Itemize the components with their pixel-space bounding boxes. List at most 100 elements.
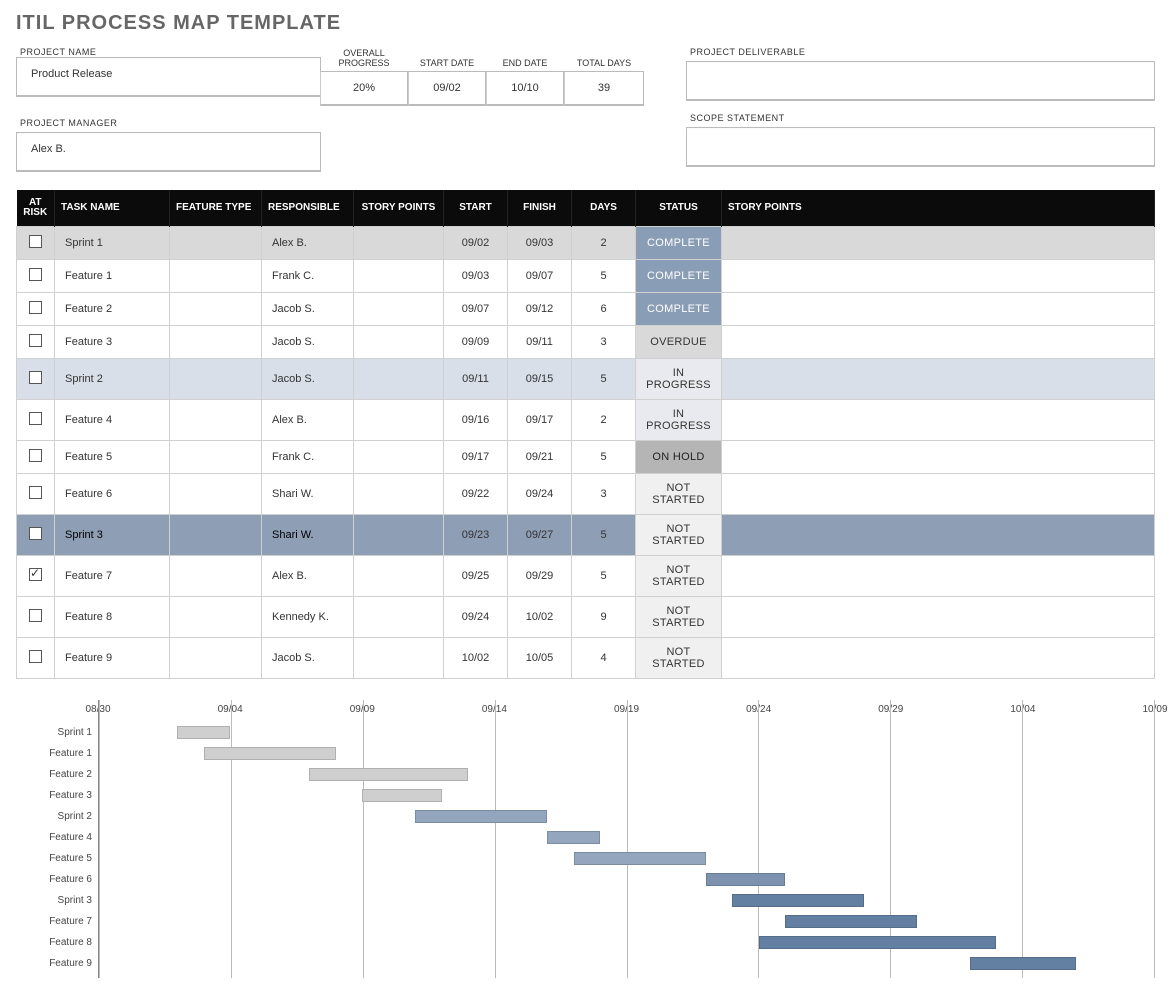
start-cell[interactable]: 09/25 [444, 555, 508, 596]
story-points-cell[interactable] [354, 226, 444, 259]
status-cell[interactable]: OVERDUE [636, 325, 722, 358]
days-cell[interactable]: 5 [572, 358, 636, 399]
days-cell[interactable]: 5 [572, 440, 636, 473]
responsible-cell[interactable]: Shari W. [262, 514, 354, 555]
at-risk-cell[interactable] [17, 226, 55, 259]
start-cell[interactable]: 09/16 [444, 399, 508, 440]
story-points-cell[interactable] [354, 514, 444, 555]
days-cell[interactable]: 3 [572, 325, 636, 358]
finish-cell[interactable]: 09/07 [508, 259, 572, 292]
task-name-cell[interactable]: Feature 6 [55, 473, 170, 514]
story-points-2-cell[interactable] [722, 226, 1155, 259]
story-points-cell[interactable] [354, 325, 444, 358]
days-cell[interactable]: 5 [572, 514, 636, 555]
responsible-cell[interactable]: Jacob S. [262, 637, 354, 678]
feature-type-cell[interactable] [170, 325, 262, 358]
task-name-cell[interactable]: Feature 7 [55, 555, 170, 596]
at-risk-cell[interactable] [17, 473, 55, 514]
checkbox-icon[interactable] [29, 412, 42, 425]
at-risk-cell[interactable] [17, 440, 55, 473]
checkbox-icon[interactable] [29, 650, 42, 663]
checkbox-icon[interactable] [29, 568, 42, 581]
story-points-2-cell[interactable] [722, 399, 1155, 440]
finish-cell[interactable]: 09/21 [508, 440, 572, 473]
responsible-cell[interactable]: Alex B. [262, 399, 354, 440]
finish-cell[interactable]: 09/29 [508, 555, 572, 596]
start-cell[interactable]: 10/02 [444, 637, 508, 678]
feature-type-cell[interactable] [170, 292, 262, 325]
checkbox-icon[interactable] [29, 527, 42, 540]
story-points-cell[interactable] [354, 292, 444, 325]
story-points-cell[interactable] [354, 399, 444, 440]
checkbox-icon[interactable] [29, 235, 42, 248]
end-date-value[interactable]: 10/10 [486, 71, 564, 106]
story-points-2-cell[interactable] [722, 637, 1155, 678]
responsible-cell[interactable]: Frank C. [262, 259, 354, 292]
start-cell[interactable]: 09/09 [444, 325, 508, 358]
status-cell[interactable]: NOT STARTED [636, 637, 722, 678]
story-points-2-cell[interactable] [722, 259, 1155, 292]
story-points-cell[interactable] [354, 358, 444, 399]
responsible-cell[interactable]: Alex B. [262, 555, 354, 596]
start-cell[interactable]: 09/24 [444, 596, 508, 637]
feature-type-cell[interactable] [170, 596, 262, 637]
days-cell[interactable]: 6 [572, 292, 636, 325]
task-name-cell[interactable]: Feature 5 [55, 440, 170, 473]
start-cell[interactable]: 09/22 [444, 473, 508, 514]
days-cell[interactable]: 2 [572, 399, 636, 440]
total-days-value[interactable]: 39 [564, 71, 644, 106]
scope-statement-field[interactable] [686, 127, 1155, 167]
story-points-cell[interactable] [354, 473, 444, 514]
at-risk-cell[interactable] [17, 637, 55, 678]
responsible-cell[interactable]: Jacob S. [262, 358, 354, 399]
feature-type-cell[interactable] [170, 226, 262, 259]
status-cell[interactable]: ON HOLD [636, 440, 722, 473]
start-cell[interactable]: 09/17 [444, 440, 508, 473]
responsible-cell[interactable]: Frank C. [262, 440, 354, 473]
at-risk-cell[interactable] [17, 514, 55, 555]
story-points-2-cell[interactable] [722, 555, 1155, 596]
story-points-2-cell[interactable] [722, 596, 1155, 637]
start-cell[interactable]: 09/07 [444, 292, 508, 325]
overall-progress-value[interactable]: 20% [320, 71, 408, 106]
story-points-cell[interactable] [354, 637, 444, 678]
story-points-cell[interactable] [354, 440, 444, 473]
responsible-cell[interactable]: Kennedy K. [262, 596, 354, 637]
at-risk-cell[interactable] [17, 358, 55, 399]
project-name-field[interactable]: Product Release [16, 57, 321, 97]
project-manager-field[interactable]: Alex B. [16, 132, 321, 172]
feature-type-cell[interactable] [170, 637, 262, 678]
status-cell[interactable]: NOT STARTED [636, 596, 722, 637]
start-cell[interactable]: 09/02 [444, 226, 508, 259]
feature-type-cell[interactable] [170, 399, 262, 440]
task-name-cell[interactable]: Feature 9 [55, 637, 170, 678]
finish-cell[interactable]: 09/24 [508, 473, 572, 514]
task-name-cell[interactable]: Feature 2 [55, 292, 170, 325]
days-cell[interactable]: 5 [572, 259, 636, 292]
finish-cell[interactable]: 09/17 [508, 399, 572, 440]
finish-cell[interactable]: 09/12 [508, 292, 572, 325]
checkbox-icon[interactable] [29, 449, 42, 462]
project-deliverable-field[interactable] [686, 61, 1155, 101]
status-cell[interactable]: IN PROGRESS [636, 358, 722, 399]
days-cell[interactable]: 9 [572, 596, 636, 637]
story-points-2-cell[interactable] [722, 514, 1155, 555]
task-name-cell[interactable]: Feature 3 [55, 325, 170, 358]
story-points-2-cell[interactable] [722, 440, 1155, 473]
finish-cell[interactable]: 09/03 [508, 226, 572, 259]
feature-type-cell[interactable] [170, 514, 262, 555]
story-points-2-cell[interactable] [722, 325, 1155, 358]
feature-type-cell[interactable] [170, 440, 262, 473]
days-cell[interactable]: 5 [572, 555, 636, 596]
checkbox-icon[interactable] [29, 371, 42, 384]
checkbox-icon[interactable] [29, 301, 42, 314]
at-risk-cell[interactable] [17, 596, 55, 637]
responsible-cell[interactable]: Jacob S. [262, 325, 354, 358]
story-points-cell[interactable] [354, 596, 444, 637]
story-points-cell[interactable] [354, 259, 444, 292]
at-risk-cell[interactable] [17, 555, 55, 596]
at-risk-cell[interactable] [17, 399, 55, 440]
at-risk-cell[interactable] [17, 292, 55, 325]
finish-cell[interactable]: 09/15 [508, 358, 572, 399]
days-cell[interactable]: 2 [572, 226, 636, 259]
